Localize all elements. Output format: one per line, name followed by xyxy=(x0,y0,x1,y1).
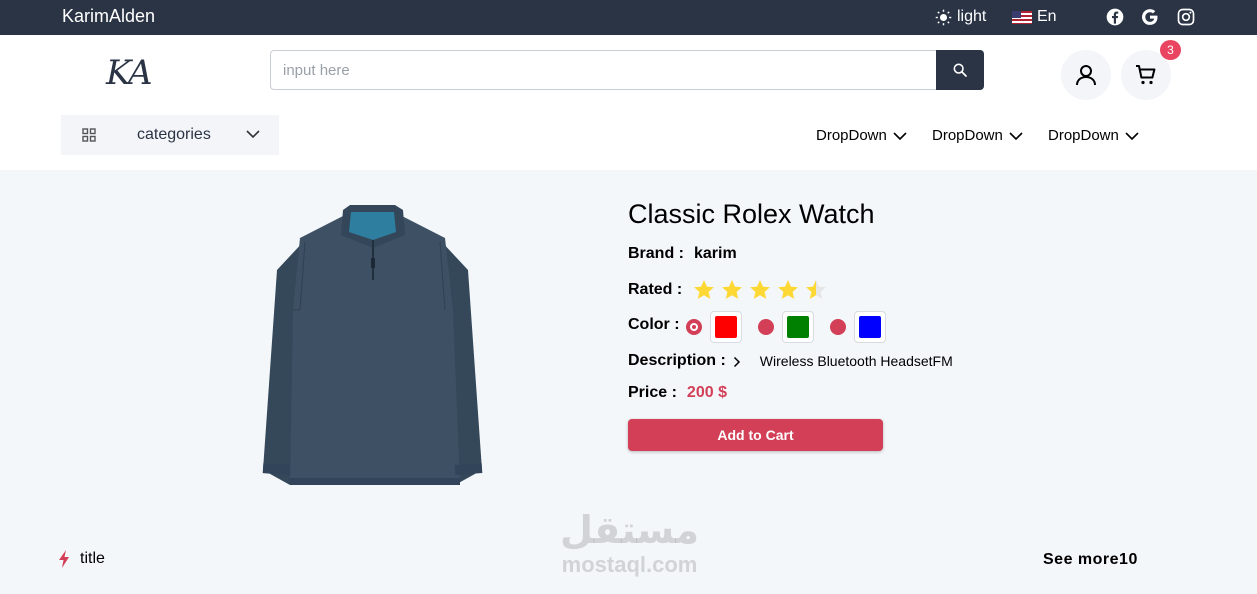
nav-dropdown-label: DropDown xyxy=(1048,127,1119,144)
section-title-text: title xyxy=(80,550,105,567)
facebook-icon[interactable] xyxy=(1105,7,1125,27)
brand-value: karim xyxy=(694,245,737,262)
color-swatch[interactable] xyxy=(710,311,742,343)
brand-row: Brand : karim xyxy=(628,245,737,263)
rating-row: Rated : xyxy=(628,278,828,302)
chevron-right-icon xyxy=(733,356,741,368)
chevron-down-icon xyxy=(1125,131,1139,140)
star-rating xyxy=(692,278,828,302)
description-value: Wireless Bluetooth HeadsetFM xyxy=(759,353,953,369)
rated-label: Rated : xyxy=(628,281,683,298)
color-radio[interactable] xyxy=(830,319,846,335)
nav-dropdown-2[interactable]: DropDown xyxy=(932,127,1023,144)
language-selector[interactable]: En xyxy=(1012,8,1057,26)
watermark: مستقل mostaql.com xyxy=(552,508,707,578)
product-image xyxy=(262,205,483,485)
chevron-down-icon xyxy=(1009,131,1023,140)
search-input[interactable] xyxy=(271,51,931,89)
price-value: 200 $ xyxy=(686,384,727,401)
price-label: Price : xyxy=(628,384,677,401)
color-swatch[interactable] xyxy=(854,311,886,343)
product-title: Classic Rolex Watch xyxy=(628,199,875,229)
account-button[interactable] xyxy=(1061,50,1111,100)
color-radio[interactable] xyxy=(686,319,702,335)
sun-icon xyxy=(935,9,952,25)
cart-icon xyxy=(1136,65,1156,85)
categories-label: categories xyxy=(137,126,211,143)
description-row: Description : Wireless Bluetooth Headset… xyxy=(628,352,953,370)
price-row: Price : 200 $ xyxy=(628,384,727,402)
site-name[interactable]: KarimAlden xyxy=(62,6,155,27)
nav-dropdown-label: DropDown xyxy=(932,127,1003,144)
watermark-latin: mostaql.com xyxy=(561,552,698,577)
section-title: title xyxy=(58,550,105,568)
categories-dropdown[interactable]: categories xyxy=(61,115,279,155)
cart-count-badge: 3 xyxy=(1160,40,1181,60)
chevron-down-icon xyxy=(893,131,907,140)
instagram-icon[interactable] xyxy=(1176,7,1196,27)
star-icon xyxy=(694,280,715,299)
lightning-icon xyxy=(59,550,69,568)
star-icon xyxy=(750,280,771,299)
watermark-arabic: مستقل xyxy=(560,508,699,552)
color-swatch-fill xyxy=(787,316,809,338)
see-more-link[interactable]: See more10 xyxy=(1043,551,1138,569)
language-label: En xyxy=(1037,8,1057,25)
theme-toggle[interactable]: light xyxy=(935,8,986,26)
search-icon xyxy=(953,63,967,77)
add-to-cart-button[interactable]: Add to Cart xyxy=(628,419,883,451)
color-row: Color : xyxy=(628,316,680,334)
logo[interactable]: KA xyxy=(106,53,153,93)
nav-dropdown-3[interactable]: DropDown xyxy=(1048,127,1139,144)
google-icon[interactable] xyxy=(1140,7,1160,27)
brand-label: Brand : xyxy=(628,245,684,262)
grid-icon xyxy=(82,128,96,142)
color-swatch-fill xyxy=(715,316,737,338)
color-radio[interactable] xyxy=(758,319,774,335)
star-icon xyxy=(722,280,743,299)
top-bar: KarimAlden light En xyxy=(0,0,1257,35)
star-icon xyxy=(806,280,827,299)
us-flag-icon xyxy=(1012,10,1032,24)
color-swatch-fill xyxy=(859,316,881,338)
header: KA 3 categories DropDown DropDown DropDo… xyxy=(0,35,1257,170)
color-swatch[interactable] xyxy=(782,311,814,343)
star-icon xyxy=(778,280,799,299)
nav-dropdown-1[interactable]: DropDown xyxy=(816,127,907,144)
theme-label: light xyxy=(957,8,987,25)
search-button[interactable] xyxy=(936,50,984,90)
user-icon xyxy=(1076,65,1096,86)
chevron-down-icon xyxy=(246,130,260,139)
description-label: Description : xyxy=(628,352,726,369)
color-label: Color : xyxy=(628,316,680,333)
nav-dropdown-label: DropDown xyxy=(816,127,887,144)
search-bar xyxy=(270,50,984,90)
